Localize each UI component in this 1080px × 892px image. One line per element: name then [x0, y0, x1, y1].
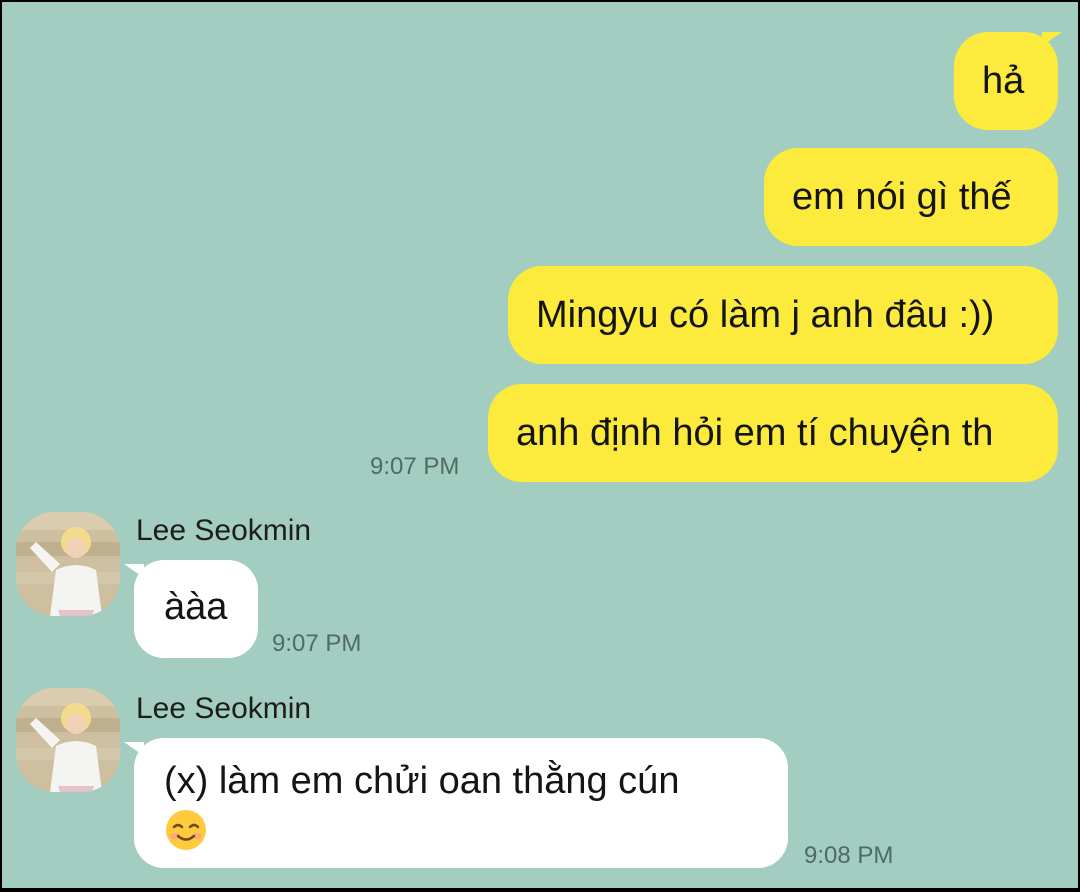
message-text: anh định hỏi em tí chuyện th: [516, 412, 994, 454]
contact-avatar[interactable]: [16, 688, 120, 792]
avatar-photo: [16, 512, 120, 616]
outgoing-message[interactable]: hả: [954, 32, 1058, 130]
message-text: Mingyu có làm j anh đâu :)): [536, 294, 995, 336]
smiling-face-emoji-icon: [166, 810, 206, 850]
outgoing-message[interactable]: anh định hỏi em tí chuyện th: [488, 384, 1058, 482]
bubble-tail: [1042, 32, 1062, 46]
avatar-photo: [16, 688, 120, 792]
message-timestamp: 9:08 PM: [804, 842, 894, 869]
outgoing-message[interactable]: Mingyu có làm j anh đâu :)): [508, 266, 1058, 364]
sender-name: Lee Seokmin: [136, 692, 312, 725]
message-timestamp: 9:07 PM: [370, 453, 460, 480]
message-text: (x) làm em chửi oan thằng cún: [164, 760, 680, 802]
message-timestamp: 9:07 PM: [272, 630, 362, 657]
message-text: ààa: [164, 586, 228, 628]
sender-name: Lee Seokmin: [136, 514, 312, 547]
message-text: em nói gì thế: [792, 176, 1012, 218]
chat-area[interactable]: hả em nói gì thế Mingyu có làm j anh đâu…: [2, 2, 1078, 888]
incoming-message[interactable]: ààa: [134, 560, 258, 658]
message-text: hả: [982, 60, 1025, 102]
contact-avatar[interactable]: [16, 512, 120, 616]
outgoing-message[interactable]: em nói gì thế: [764, 148, 1058, 246]
incoming-message[interactable]: (x) làm em chửi oan thằng cún: [134, 738, 788, 868]
